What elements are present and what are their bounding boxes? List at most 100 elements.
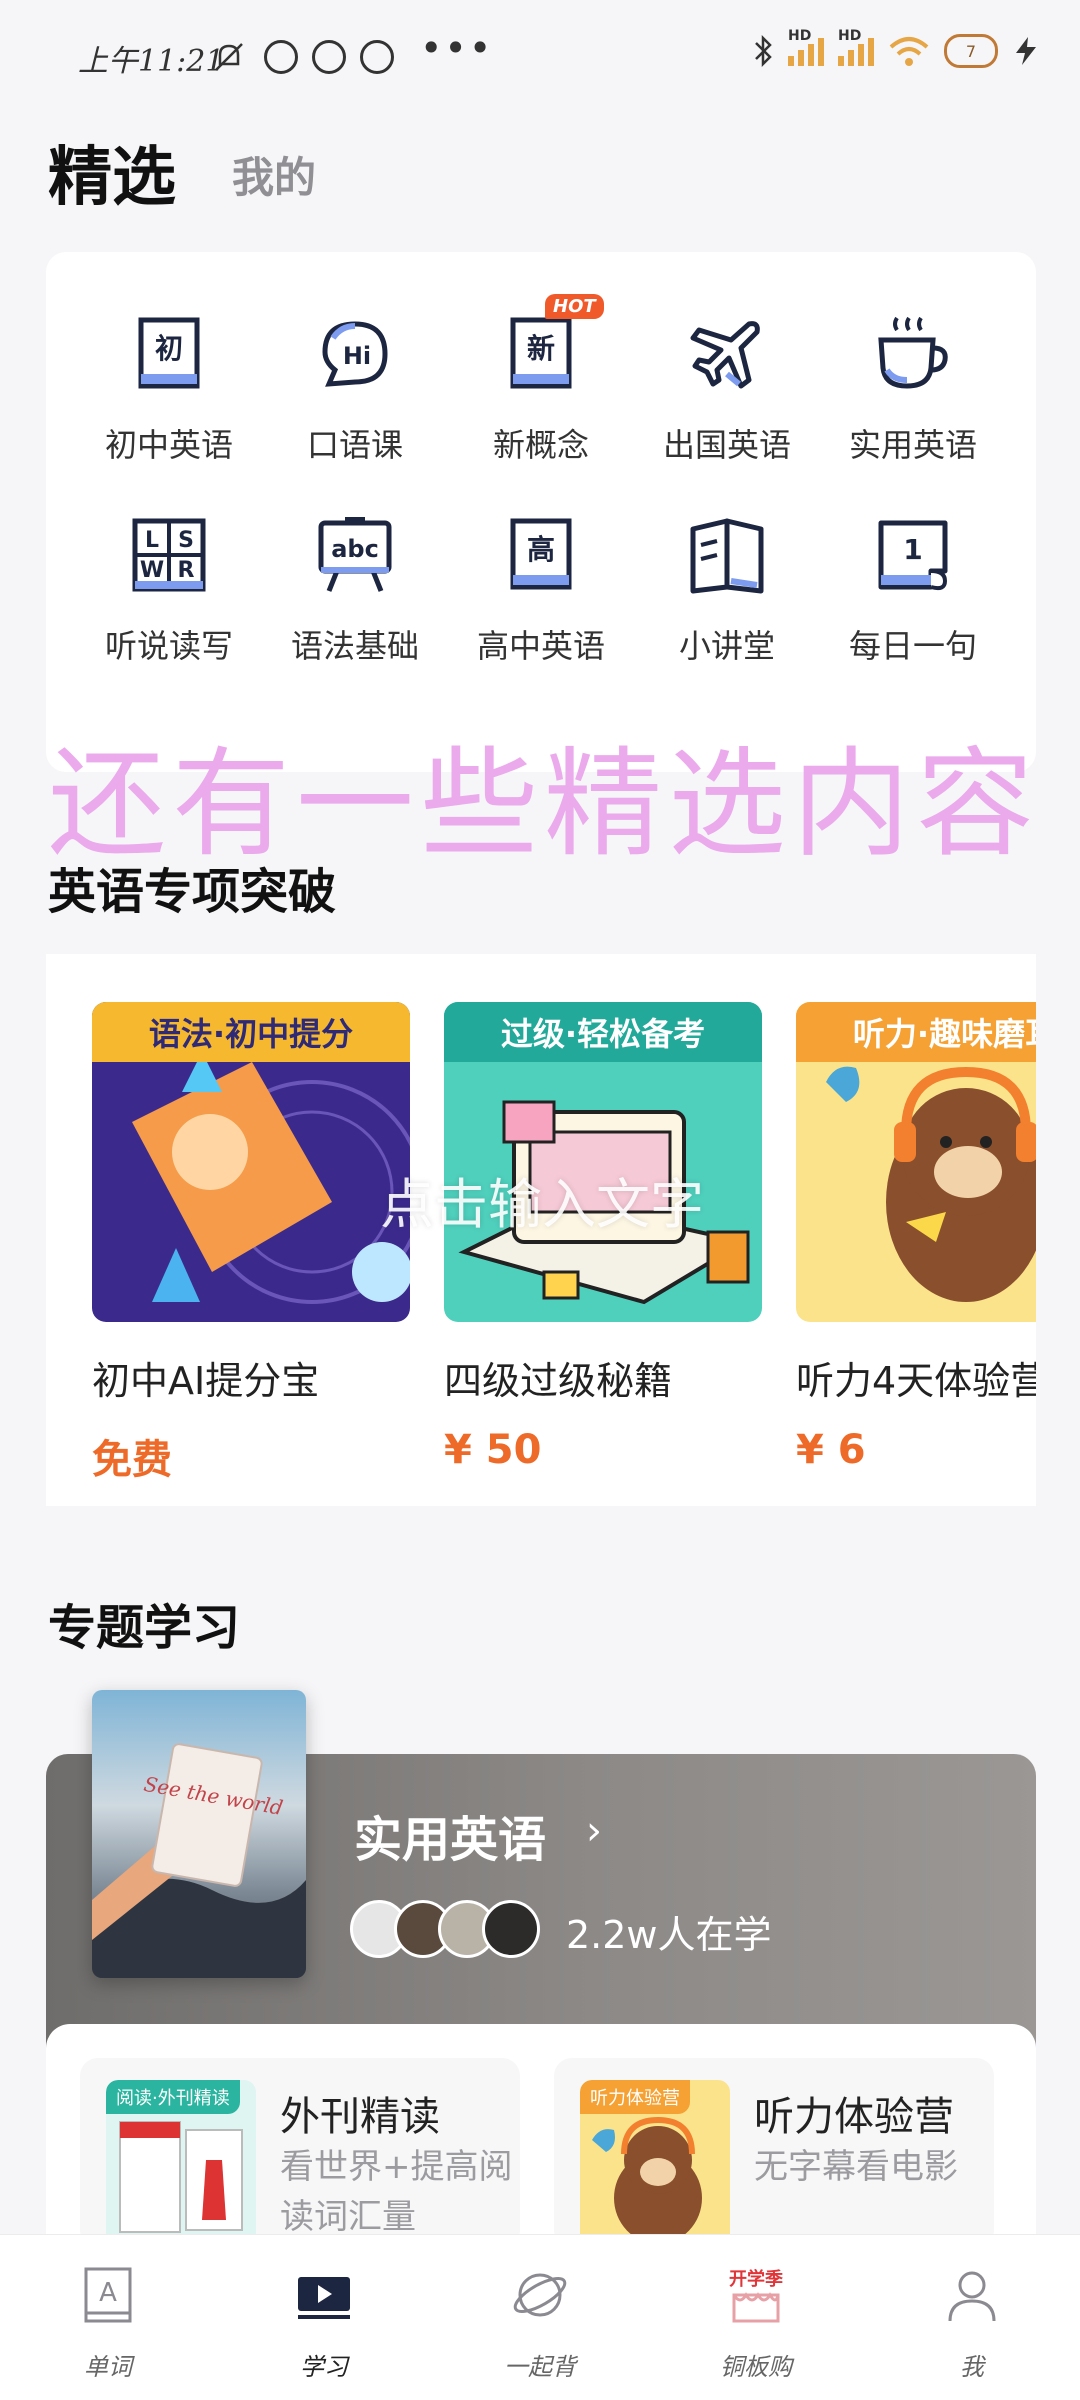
nav-item-words[interactable]: A 单词 [0, 2235, 216, 2400]
card-title: 听力体验营 [754, 2094, 954, 2140]
topic-card-magazine[interactable]: 阅读·外刊精读 外刊精读 看世界+提高阅读词汇量 [80, 2058, 520, 2248]
course-name: 初中AI提分宝 [92, 1359, 320, 1403]
category-yufa[interactable]: abc 语法基础 [262, 477, 448, 702]
status-bar: 上午11:21 ••• HD HD 7 [0, 0, 1080, 120]
course-price: ¥ 6 [796, 1427, 866, 1473]
tab-featured[interactable]: 精选 [48, 126, 176, 218]
tab-mine[interactable]: 我的 [232, 144, 316, 205]
course-tag: 过级·轻松备考 [444, 1002, 762, 1062]
category-chuzhong[interactable]: 初 初中英语 [76, 252, 262, 477]
gaozhong-book-icon: 高 [510, 518, 572, 590]
category-card: 初 初中英语 Hi 口语课 新 HOT 新概念 出国英语 实用英语 L S W … [46, 252, 1036, 772]
app-notification-icon [264, 40, 298, 74]
card-title: 外刊精读 [280, 2094, 440, 2140]
svg-text:高: 高 [527, 533, 555, 566]
svg-text:W: W [140, 558, 164, 583]
listening-cover: 听力体验营 [580, 2080, 730, 2248]
category-label: 实用英语 [848, 426, 977, 464]
course-card-listening[interactable]: 听力·趣味磨耳 听力4天体验营 ¥ 6 [796, 1002, 1036, 1473]
airplane-icon [690, 321, 760, 389]
card-subtitle: 看世界+提高阅读词汇量 [280, 2147, 513, 2237]
nav-item-study[interactable]: 学习 [216, 2235, 432, 2400]
svg-text:新: 新 [527, 332, 555, 365]
nav-label: 铜板购 [720, 2353, 792, 2381]
svg-text:初: 初 [155, 332, 183, 365]
floating-input-hint: 点击输入文字 [380, 1173, 704, 1236]
open-book-icon [690, 518, 764, 594]
svg-text:Hi: Hi [343, 342, 371, 370]
card-subtitle: 无字幕看电影 [754, 2147, 958, 2187]
topic-card-listening-camp[interactable]: 听力体验营 听力体验营 无字幕看电影 [554, 2058, 994, 2248]
category-label: 口语课 [306, 426, 403, 464]
svg-text:S: S [178, 528, 194, 553]
category-label: 出国英语 [662, 426, 791, 464]
nav-label: 学习 [300, 2353, 348, 2381]
xin-book-icon: 新 [510, 317, 572, 389]
course-name: 四级过级秘籍 [444, 1359, 673, 1403]
course-tag: 听力·趣味磨耳 [796, 1002, 1036, 1062]
course-cover: 听力·趣味磨耳 [796, 1002, 1036, 1322]
category-label: 每日一句 [848, 627, 977, 665]
course-name: 听力4天体验营 [796, 1359, 1036, 1403]
bluetooth-icon [755, 34, 772, 68]
category-label: 高中英语 [476, 627, 605, 665]
category-gaozhong[interactable]: 高 高中英语 [448, 477, 634, 702]
signal-hd-icon: HD [838, 28, 874, 66]
avatar [482, 1900, 540, 1958]
section-title-breakthrough: 英语专项突破 [48, 864, 337, 920]
status-time: 上午11:21 [78, 44, 225, 79]
card-tag: 听力体验营 [580, 2080, 690, 2114]
section-title-topic: 专题学习 [48, 1600, 241, 1656]
svg-text:R: R [178, 558, 195, 583]
wifi-icon [889, 37, 929, 66]
category-meiri[interactable]: 1 每日一句 [820, 477, 1006, 702]
svg-text:A: A [99, 2278, 117, 2308]
category-label: 听说读写 [104, 627, 233, 665]
bell-muted-icon [215, 43, 243, 71]
category-tingshuo[interactable]: L S W R 听说读写 [76, 477, 262, 702]
learner-count: 2.2w人在学 [566, 1913, 772, 1957]
hot-badge: HOT [545, 294, 604, 319]
person-icon [948, 2271, 996, 2322]
word-book-icon: A [84, 2267, 132, 2323]
category-kouyu[interactable]: Hi 口语课 [262, 252, 448, 477]
category-label: 初中英语 [104, 426, 233, 464]
svg-text:abc: abc [331, 535, 379, 563]
app-notification-icon [312, 40, 346, 74]
learner-avatars [350, 1900, 540, 1958]
nav-label: 我 [960, 2353, 984, 2381]
chevron-right-icon[interactable]: › [586, 1808, 602, 1854]
nav-item-together[interactable]: 一起背 [432, 2235, 648, 2400]
course-price: ¥ 50 [444, 1427, 542, 1473]
coffee-cup-icon [878, 316, 948, 389]
blackboard-icon: abc [318, 517, 392, 592]
category-label: 小讲堂 [678, 627, 775, 665]
bottom-nav: A 单词 学习 一起背 开学季 铜板购 我 [0, 2234, 1080, 2400]
more-notifications: ••• [420, 26, 494, 70]
app-notification-icon [360, 40, 394, 74]
chuzhong-book-icon: 初 [138, 317, 200, 389]
topic-title[interactable]: 实用英语 [354, 1800, 546, 1870]
nav-label: 一起背 [504, 2353, 576, 2381]
shop-badge: 开学季 [729, 2269, 783, 2290]
lswr-grid-icon: L S W R [132, 518, 206, 592]
nav-item-shop[interactable]: 开学季 铜板购 [648, 2235, 864, 2400]
calendar-icon: 1 [878, 520, 948, 591]
planet-icon [513, 2273, 567, 2317]
course-price: 免费 [92, 1437, 172, 1483]
nav-item-me[interactable]: 我 [864, 2235, 1080, 2400]
category-shiyong[interactable]: 实用英语 [820, 252, 1006, 477]
course-cover: 语法·初中提分 [92, 1002, 410, 1322]
shop-icon: 开学季 [726, 2265, 786, 2325]
battery-icon: 7 [944, 34, 998, 68]
category-chuguo[interactable]: 出国英语 [634, 252, 820, 477]
card-tag: 阅读·外刊精读 [106, 2080, 240, 2114]
category-xiaojiangtang[interactable]: 小讲堂 [634, 477, 820, 702]
svg-text:L: L [145, 528, 159, 553]
topic-cover-image: See the world [92, 1690, 306, 1978]
category-xingainian[interactable]: 新 HOT 新概念 [448, 252, 634, 477]
signal-hd-icon: HD [788, 28, 824, 66]
category-label: 新概念 [492, 426, 589, 464]
course-card-grammar[interactable]: 语法·初中提分 初中AI提分宝 免费 [92, 1002, 410, 1485]
magazine-cover: 阅读·外刊精读 [106, 2080, 256, 2248]
